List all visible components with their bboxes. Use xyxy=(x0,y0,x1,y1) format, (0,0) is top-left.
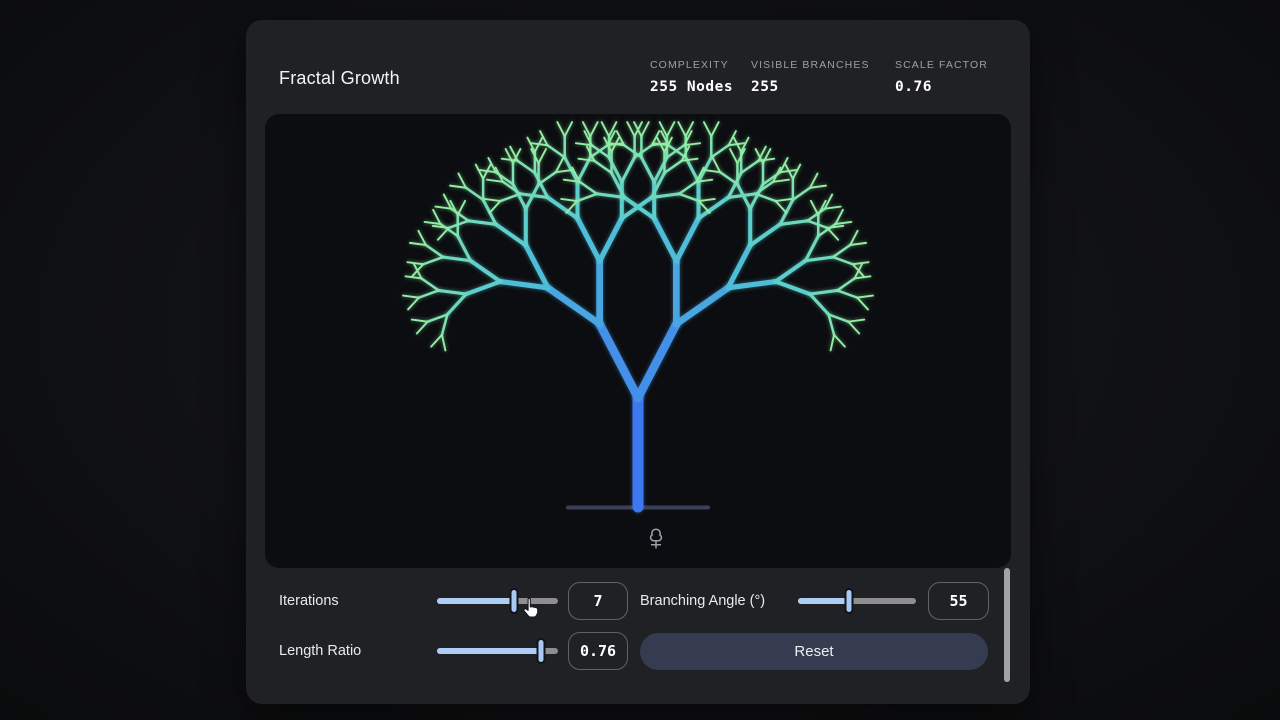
branching-angle-value[interactable]: 55 xyxy=(928,582,989,620)
stat-complexity-label: COMPLEXITY xyxy=(650,59,729,71)
branching-angle-slider[interactable] xyxy=(798,588,916,614)
stat-complexity: COMPLEXITY 255 Nodes xyxy=(650,59,733,95)
stat-scale-factor-value: 0.76 xyxy=(895,79,932,95)
iterations-slider-thumb[interactable] xyxy=(509,588,519,614)
stat-visible-branches: VISIBLE BRANCHES 255 xyxy=(751,59,870,95)
length-ratio-label: Length Ratio xyxy=(279,643,362,659)
hand-cursor-icon xyxy=(523,597,539,618)
fractal-viewport xyxy=(265,114,1011,568)
length-ratio-value[interactable]: 0.76 xyxy=(568,632,628,670)
branching-angle-slider-thumb[interactable] xyxy=(844,588,854,614)
park-tree-icon xyxy=(649,528,663,549)
stat-scale-factor: SCALE FACTOR 0.76 xyxy=(895,59,988,95)
page-title: Fractal Growth xyxy=(279,68,400,88)
stat-visible-branches-value: 255 xyxy=(751,79,779,95)
iterations-label: Iterations xyxy=(279,593,339,609)
length-ratio-slider-thumb[interactable] xyxy=(536,638,546,664)
length-ratio-slider-fill xyxy=(437,648,542,654)
branching-angle-label: Branching Angle (°) xyxy=(640,593,766,609)
iterations-value[interactable]: 7 xyxy=(568,582,628,620)
stat-complexity-value: 255 Nodes xyxy=(650,79,734,95)
iterations-slider-fill xyxy=(437,598,515,604)
stat-visible-branches-label: VISIBLE BRANCHES xyxy=(751,59,870,71)
controls-scrollbar[interactable] xyxy=(1004,568,1010,682)
stat-scale-factor-label: SCALE FACTOR xyxy=(895,59,988,71)
app-card: Fractal Growth COMPLEXITY 255 Nodes VISI… xyxy=(246,20,1030,704)
fractal-canvas xyxy=(265,114,1011,568)
reset-button[interactable]: Reset xyxy=(640,633,988,670)
length-ratio-slider[interactable] xyxy=(437,638,558,664)
branching-angle-slider-fill xyxy=(798,598,849,604)
